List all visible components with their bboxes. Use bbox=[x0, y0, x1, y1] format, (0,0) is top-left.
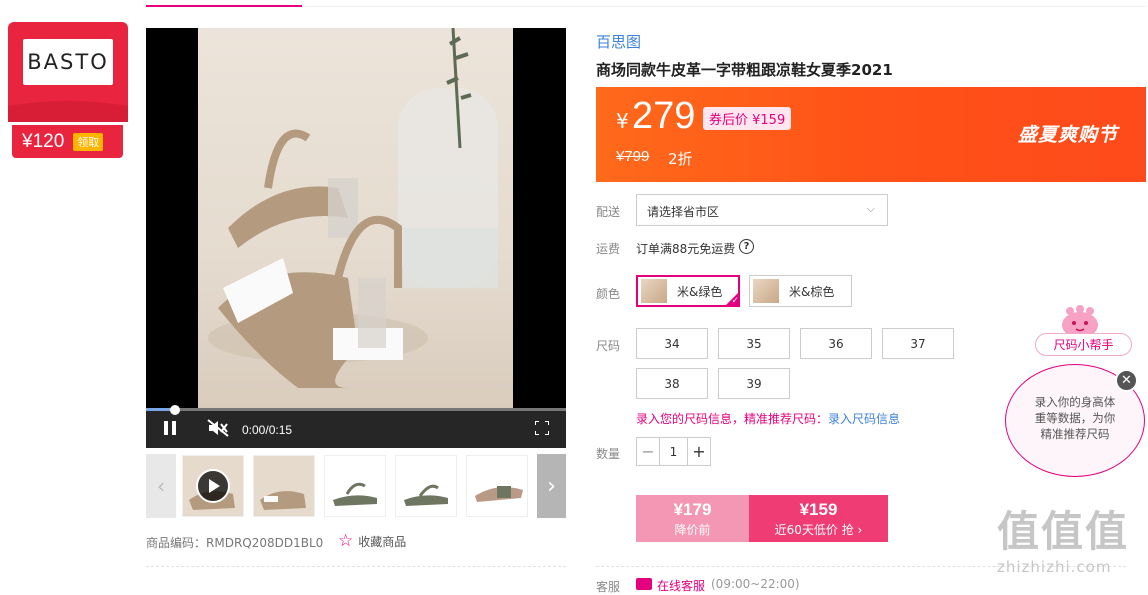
product-title: 商场同款牛皮革一字带粗跟凉鞋女夏季2021 bbox=[596, 61, 893, 79]
favorite-button[interactable]: ☆ 收藏商品 bbox=[338, 531, 406, 551]
size-option-38[interactable]: 38 bbox=[636, 368, 708, 399]
color-option-mi-green[interactable]: 米&绿色 ✓ bbox=[636, 275, 740, 307]
color-swatch bbox=[753, 279, 779, 303]
fullscreen-icon[interactable] bbox=[535, 421, 549, 435]
quantity-label: 数量 bbox=[596, 447, 621, 461]
quantity-stepper: − 1 + bbox=[636, 437, 711, 466]
price-banner: ¥ 279 券后价 ¥159 ¥799 2折 盛夏爽购节 bbox=[596, 87, 1146, 182]
video-time: 0:00/0:15 bbox=[242, 423, 293, 437]
mute-icon[interactable] bbox=[207, 419, 229, 437]
thumbnail-image bbox=[404, 484, 448, 506]
chevron-down-icon: ⌵ bbox=[866, 202, 875, 215]
watermark-domain: zhizhizhi.com bbox=[997, 558, 1112, 576]
quantity-minus-button[interactable]: − bbox=[637, 438, 659, 465]
size-option-36[interactable]: 36 bbox=[800, 328, 872, 359]
now-label: 近60天低价 抢 › bbox=[774, 522, 863, 537]
help-icon[interactable]: ? bbox=[739, 239, 754, 254]
divider bbox=[146, 566, 566, 567]
price-before-button[interactable]: ¥179 降价前 bbox=[636, 495, 749, 542]
shop-name-link[interactable]: 百思图 bbox=[596, 31, 641, 52]
buy-now-button[interactable]: ¥159 近60天低价 抢 › bbox=[749, 495, 888, 542]
quantity-input[interactable]: 1 bbox=[659, 438, 688, 465]
discount-label: 2折 bbox=[668, 150, 693, 168]
video-frame bbox=[198, 28, 513, 408]
promo-title: 盛夏爽购节 bbox=[1018, 124, 1119, 146]
coupon-claim-button[interactable]: 领取 bbox=[73, 132, 104, 151]
brand-coupon[interactable]: ¥120 领取 bbox=[12, 125, 123, 158]
product-code: 商品编码：RMDRQ208DD1BL0 bbox=[146, 534, 323, 551]
favorite-label: 收藏商品 bbox=[358, 534, 407, 549]
service-label: 客服 bbox=[596, 580, 621, 594]
thumbnail-image bbox=[333, 482, 377, 506]
now-price: ¥159 bbox=[799, 499, 838, 519]
price-currency: ¥ bbox=[616, 109, 629, 133]
size-helper-button[interactable]: 尺码小帮手 bbox=[1035, 333, 1132, 356]
color-option-label: 米&棕色 bbox=[789, 284, 835, 299]
size-option-34[interactable]: 34 bbox=[636, 328, 708, 359]
thumb-prev-button[interactable]: ‹ bbox=[146, 454, 176, 518]
before-price: ¥179 bbox=[673, 499, 712, 519]
play-icon[interactable] bbox=[196, 469, 230, 503]
thumbnail-video[interactable] bbox=[182, 455, 244, 517]
brand-logo[interactable]: BASTO bbox=[23, 39, 113, 85]
color-label: 颜色 bbox=[596, 287, 621, 301]
service-link[interactable]: 在线客服 bbox=[657, 577, 705, 594]
close-icon[interactable]: ✕ bbox=[1115, 369, 1138, 392]
helper-text-line: 录入你的身高体 bbox=[1034, 395, 1116, 409]
size-tip-link[interactable]: 录入尺码信息 bbox=[828, 412, 900, 426]
region-select[interactable]: 请选择省市区 ⌵ bbox=[636, 194, 888, 226]
helper-text-line: 精准推荐尺码 bbox=[1040, 427, 1110, 441]
region-select-value: 请选择省市区 bbox=[647, 205, 720, 219]
size-tip-text: 录入您的尺码信息，精准推荐尺码： bbox=[636, 412, 829, 426]
before-label: 降价前 bbox=[674, 522, 711, 537]
coupon-amount: ¥120 bbox=[22, 130, 65, 152]
brand-card[interactable]: BASTO bbox=[8, 22, 128, 122]
freight-label: 运费 bbox=[596, 242, 621, 256]
thumbnail[interactable] bbox=[253, 455, 315, 517]
helper-text-line: 重等数据，为你 bbox=[1034, 411, 1116, 425]
quantity-plus-button[interactable]: + bbox=[688, 438, 710, 465]
thumbnail-image bbox=[254, 456, 314, 516]
chat-icon bbox=[636, 578, 652, 590]
product-code-label: 商品编码： bbox=[146, 536, 207, 550]
color-option-label: 米&绿色 bbox=[677, 284, 723, 299]
thumbnail[interactable] bbox=[324, 455, 386, 517]
original-price: ¥799 bbox=[616, 148, 650, 165]
size-option-39[interactable]: 39 bbox=[718, 368, 790, 399]
brand-card-wave bbox=[8, 101, 128, 122]
freight-text: 订单满88元免运费 bbox=[636, 242, 736, 256]
watermark: 值值值 zhizhizhi.com bbox=[997, 507, 1130, 577]
thumbnail[interactable] bbox=[395, 455, 457, 517]
watermark-logo: 值值值 bbox=[997, 507, 1130, 556]
pause-icon[interactable] bbox=[163, 421, 177, 435]
video-progress-track[interactable] bbox=[146, 408, 566, 411]
product-video[interactable]: 0:00/0:15 bbox=[146, 28, 566, 448]
size-option-35[interactable]: 35 bbox=[718, 328, 790, 359]
size-label: 尺码 bbox=[596, 339, 621, 353]
thumb-next-button[interactable]: › bbox=[537, 454, 566, 518]
current-price: 279 bbox=[632, 95, 696, 137]
size-option-37[interactable]: 37 bbox=[882, 328, 954, 359]
sandal-illustration bbox=[208, 28, 498, 388]
product-code-value: RMDRQ208DD1BL0 bbox=[206, 536, 324, 550]
shipping-label: 配送 bbox=[596, 205, 621, 219]
thumbnail[interactable] bbox=[466, 455, 528, 517]
active-tab-indicator bbox=[146, 5, 302, 7]
size-tip: 录入您的尺码信息，精准推荐尺码：录入尺码信息 bbox=[636, 410, 900, 427]
color-swatch bbox=[641, 279, 667, 303]
coupon-price-badge: 券后价 ¥159 bbox=[703, 107, 792, 130]
color-option-mi-brown[interactable]: 米&棕色 bbox=[749, 275, 852, 307]
thumbnail-image bbox=[475, 486, 523, 502]
check-icon: ✓ bbox=[725, 292, 739, 306]
star-icon: ☆ bbox=[338, 531, 354, 551]
